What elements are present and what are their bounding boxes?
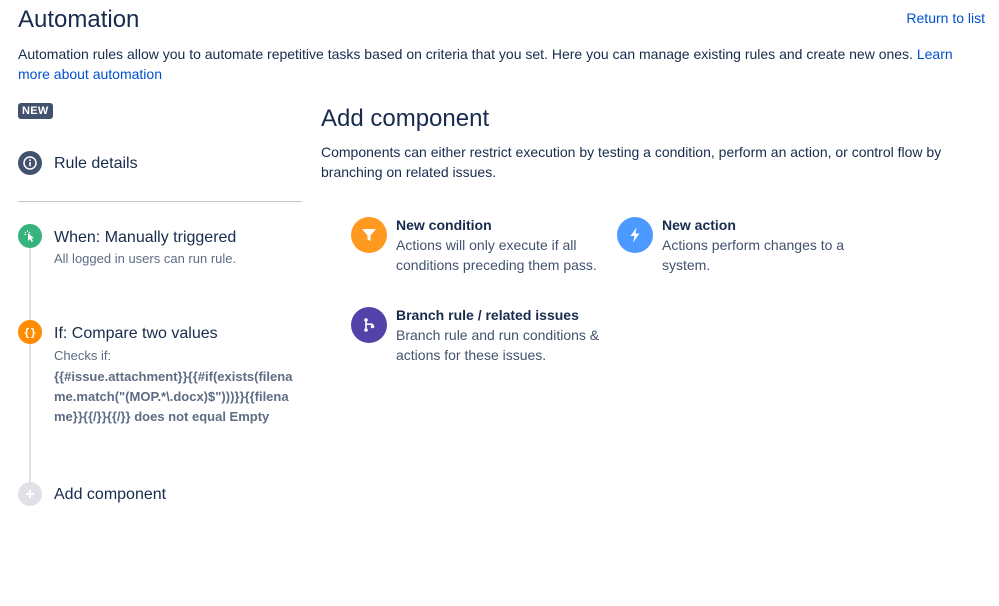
new-badge: NEW (18, 103, 53, 119)
page-title: Automation (18, 6, 140, 33)
svg-text:{}: {} (23, 326, 36, 339)
condition-braces-icon[interactable]: {} (18, 320, 42, 344)
return-to-list-link[interactable]: Return to list (906, 10, 985, 26)
condition-checks-label: Checks if: (54, 348, 112, 363)
branch-rule-title: Branch rule / related issues (396, 307, 579, 323)
cursor-click-icon[interactable] (18, 224, 42, 248)
new-action-option[interactable]: New action Actions perform changes to a … (617, 217, 867, 277)
add-component-item[interactable]: Add component (54, 486, 166, 504)
rule-details-item[interactable]: Rule details (54, 155, 138, 173)
add-component-description: Components can either restrict execution… (321, 144, 942, 180)
branch-rule-option[interactable]: Branch rule / related issues Branch rule… (351, 307, 611, 367)
condition-expression: {{#issue.attachment}}{{#if(exists(filena… (54, 369, 293, 424)
lightning-icon (617, 217, 653, 253)
trigger-item[interactable]: When: Manually triggered (54, 229, 236, 247)
info-icon[interactable] (18, 151, 42, 175)
new-condition-option[interactable]: New condition Actions will only execute … (351, 217, 601, 277)
rule-timeline-line (29, 236, 31, 494)
branch-icon (351, 307, 387, 343)
plus-icon[interactable] (18, 482, 42, 506)
filter-icon (351, 217, 387, 253)
sidebar-divider (18, 201, 302, 202)
intro-text: Automation rules allow you to automate r… (18, 44, 983, 84)
new-action-description: Actions perform changes to a system. (662, 237, 845, 273)
condition-item[interactable]: If: Compare two values (54, 325, 218, 343)
intro-description: Automation rules allow you to automate r… (18, 46, 917, 62)
add-component-heading: Add component (321, 105, 490, 132)
new-condition-title: New condition (396, 217, 492, 233)
new-condition-description: Actions will only execute if all conditi… (396, 237, 597, 273)
branch-rule-description: Branch rule and run conditions & actions… (396, 327, 600, 363)
new-action-title: New action (662, 217, 736, 233)
trigger-subtitle: All logged in users can run rule. (54, 251, 237, 266)
